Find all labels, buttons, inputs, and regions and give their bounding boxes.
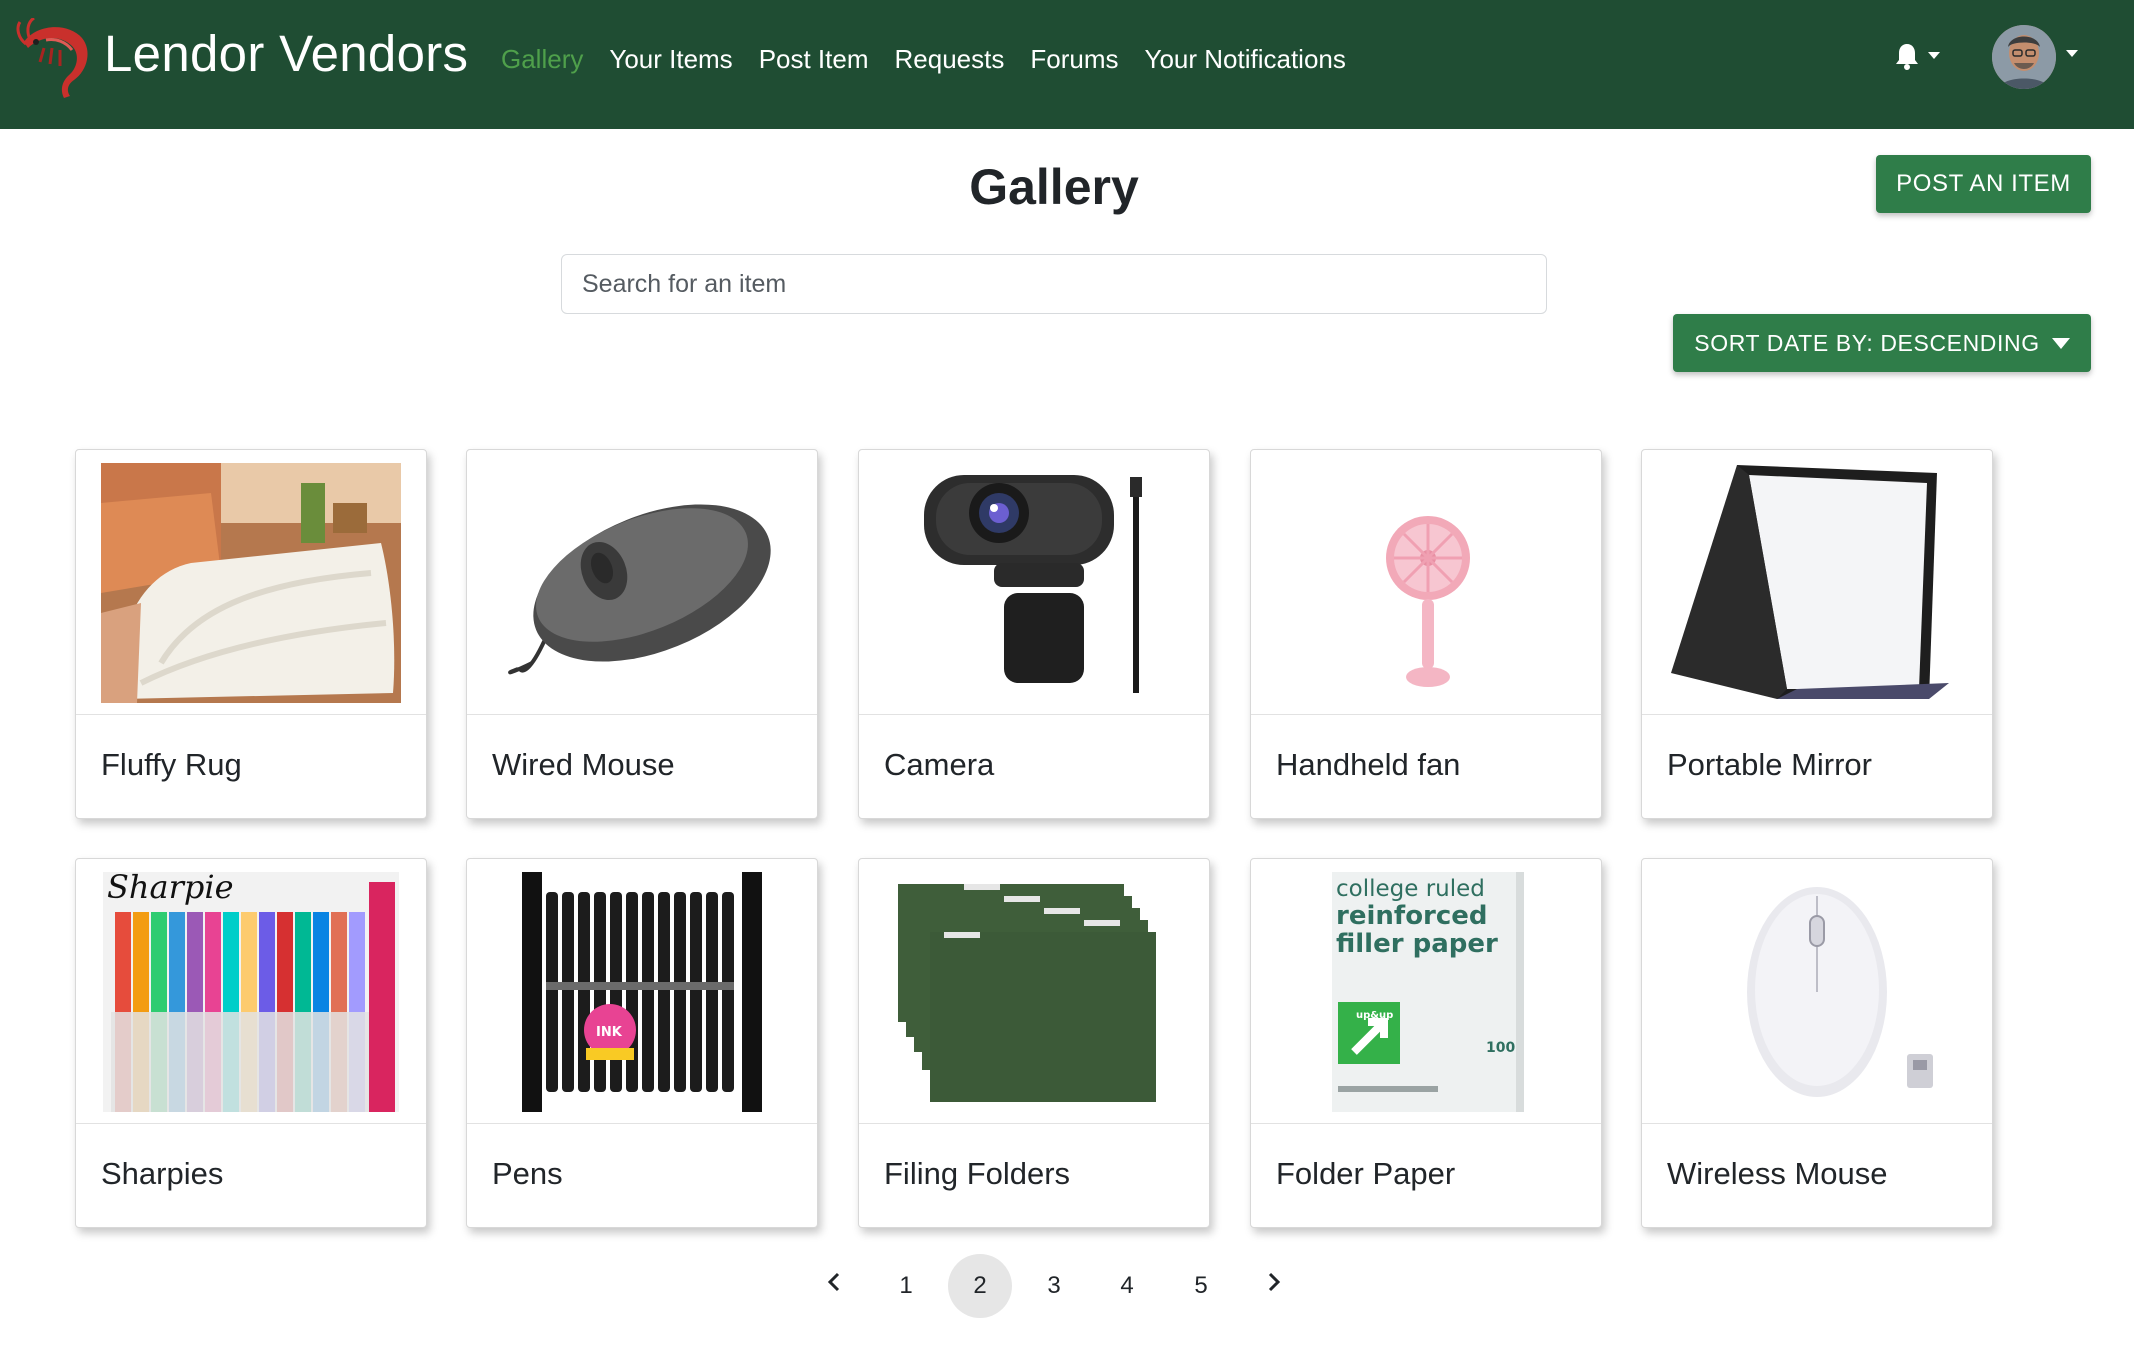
wired-mouse-image bbox=[492, 463, 792, 703]
item-title[interactable]: Pens bbox=[492, 1156, 563, 1192]
item-card[interactable]: Handheld fan bbox=[1250, 449, 1602, 819]
image-brand-text: 100 bbox=[1486, 1040, 1515, 1056]
item-title[interactable]: Camera bbox=[884, 747, 994, 783]
card-divider bbox=[1642, 1123, 1992, 1124]
rug-image bbox=[101, 463, 401, 703]
page-2-button[interactable]: 2 bbox=[948, 1254, 1012, 1318]
image-brand-text: filler paper bbox=[1336, 929, 1498, 959]
card-divider bbox=[1251, 714, 1601, 715]
pens-image: INK bbox=[492, 872, 792, 1112]
wireless-mouse-image bbox=[1667, 872, 1967, 1112]
card-divider bbox=[467, 714, 817, 715]
page-4-button[interactable]: 4 bbox=[1095, 1254, 1159, 1318]
item-card[interactable]: INK Pens bbox=[466, 858, 818, 1228]
item-card[interactable]: Wireless Mouse bbox=[1641, 858, 1993, 1228]
item-title[interactable]: Handheld fan bbox=[1276, 747, 1460, 783]
search-input[interactable] bbox=[561, 254, 1547, 314]
page-5-button[interactable]: 5 bbox=[1169, 1254, 1233, 1318]
item-card[interactable]: Fluffy Rug bbox=[75, 449, 427, 819]
item-title[interactable]: Fluffy Rug bbox=[101, 747, 242, 783]
filler-paper-image: college ruled reinforced filler paper up… bbox=[1276, 872, 1576, 1112]
card-divider bbox=[1251, 1123, 1601, 1124]
sort-button-label: SORT DATE BY: DESCENDING bbox=[1694, 329, 2040, 356]
nav-links: Gallery Your Items Post Item Requests Fo… bbox=[501, 42, 1372, 76]
chevron-down-icon bbox=[1928, 52, 1940, 59]
nav-link-forums[interactable]: Forums bbox=[1030, 42, 1118, 76]
image-brand-text: college ruled bbox=[1336, 876, 1485, 902]
avatar[interactable] bbox=[1992, 25, 2056, 89]
notifications-dropdown[interactable] bbox=[1894, 42, 1944, 72]
item-card[interactable]: Sharpie Sharpies bbox=[75, 858, 427, 1228]
card-divider bbox=[1642, 714, 1992, 715]
webcam-image bbox=[884, 463, 1184, 703]
image-brand-text: Sharpie bbox=[107, 872, 234, 906]
sharpies-image: Sharpie bbox=[101, 872, 401, 1112]
item-title[interactable]: Sharpies bbox=[101, 1156, 223, 1192]
user-photo-icon bbox=[1992, 25, 2056, 89]
chevron-down-icon bbox=[2066, 50, 2078, 57]
nav-link-post-item[interactable]: Post Item bbox=[759, 42, 869, 76]
chevron-right-icon[interactable] bbox=[1254, 1262, 1294, 1302]
page-3-button[interactable]: 3 bbox=[1022, 1254, 1086, 1318]
nav-link-your-notifications[interactable]: Your Notifications bbox=[1144, 42, 1345, 76]
page-title: Gallery bbox=[969, 159, 1139, 215]
nav-link-requests[interactable]: Requests bbox=[895, 42, 1005, 76]
caret-down-icon bbox=[2051, 337, 2070, 349]
card-divider bbox=[859, 714, 1209, 715]
item-title[interactable]: Portable Mirror bbox=[1667, 747, 1872, 783]
page-1-button[interactable]: 1 bbox=[874, 1254, 938, 1318]
bell-icon bbox=[1896, 44, 1918, 70]
nav-link-your-items[interactable]: Your Items bbox=[609, 42, 732, 76]
brand-title[interactable]: Lendor Vendors bbox=[104, 24, 468, 83]
nav-link-gallery[interactable]: Gallery bbox=[501, 42, 583, 76]
handheld-fan-image bbox=[1276, 463, 1576, 703]
portable-mirror-image bbox=[1667, 463, 1967, 703]
card-divider bbox=[76, 1123, 426, 1124]
item-title[interactable]: Folder Paper bbox=[1276, 1156, 1455, 1192]
filing-folders-image bbox=[884, 872, 1184, 1112]
image-brand-text: up&up bbox=[1356, 1010, 1393, 1021]
sort-dropdown-button[interactable]: SORT DATE BY: DESCENDING bbox=[1673, 314, 2091, 372]
card-divider bbox=[859, 1123, 1209, 1124]
item-title[interactable]: Wired Mouse bbox=[492, 747, 675, 783]
post-item-button[interactable]: POST AN ITEM bbox=[1876, 155, 2091, 213]
item-card[interactable]: college ruled reinforced filler paper up… bbox=[1250, 858, 1602, 1228]
item-card[interactable]: Wired Mouse bbox=[466, 449, 818, 819]
item-title[interactable]: Wireless Mouse bbox=[1667, 1156, 1888, 1192]
user-menu[interactable] bbox=[1992, 22, 2082, 92]
image-brand-text: reinforced bbox=[1336, 901, 1488, 931]
card-divider bbox=[76, 714, 426, 715]
navbar: Lendor Vendors Gallery Your Items Post I… bbox=[0, 0, 2134, 129]
item-card[interactable]: Camera bbox=[858, 449, 1210, 819]
shrimp-logo-icon[interactable] bbox=[16, 18, 98, 98]
image-brand-text: INK bbox=[596, 1025, 623, 1040]
item-card[interactable]: Filing Folders bbox=[858, 858, 1210, 1228]
card-divider bbox=[467, 1123, 817, 1124]
item-title[interactable]: Filing Folders bbox=[884, 1156, 1070, 1192]
item-card[interactable]: Portable Mirror bbox=[1641, 449, 1993, 819]
chevron-left-icon[interactable] bbox=[814, 1262, 854, 1302]
